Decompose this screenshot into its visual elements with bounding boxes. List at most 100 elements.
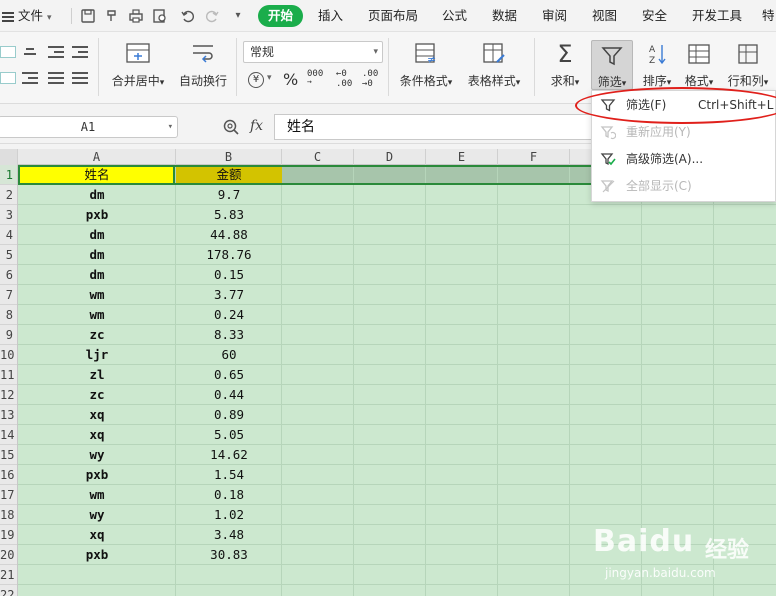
tab-security[interactable]: 安全 — [642, 0, 667, 32]
increase-decimal-button[interactable]: ←0.00 — [336, 69, 352, 89]
cell-name[interactable]: pxb — [18, 465, 176, 485]
row-header[interactable]: 16 — [0, 465, 17, 485]
print-preview-icon[interactable] — [152, 8, 168, 24]
cell-name[interactable]: wm — [18, 285, 176, 305]
name-box[interactable]: A1 ▾ — [0, 116, 178, 138]
row-header[interactable]: 4 — [0, 225, 17, 245]
row-header[interactable]: 3 — [0, 205, 17, 225]
sum-button[interactable]: Σ 求和▾ — [548, 42, 582, 102]
cell-amount[interactable]: 3.77 — [176, 285, 282, 305]
cell-name[interactable]: zc — [18, 385, 176, 405]
column-header[interactable]: D — [354, 149, 426, 165]
row-header[interactable]: 9 — [0, 325, 17, 345]
cell-name[interactable]: dm — [18, 265, 176, 285]
cell-name[interactable]: wm — [18, 305, 176, 325]
thousands-separator-button[interactable]: 000 → — [307, 69, 323, 86]
column-header[interactable]: E — [426, 149, 498, 165]
cell-name[interactable]: xq — [18, 525, 176, 545]
row-header[interactable]: 6 — [0, 265, 17, 285]
cell-amount[interactable]: 0.24 — [176, 305, 282, 325]
row-header[interactable]: 14 — [0, 425, 17, 445]
row-header[interactable]: 7 — [0, 285, 17, 305]
cell-name[interactable]: wy — [18, 505, 176, 525]
tab-review[interactable]: 审阅 — [542, 0, 567, 32]
column-header[interactable]: C — [282, 149, 354, 165]
cell-name[interactable]: dm — [18, 245, 176, 265]
row-header[interactable]: 5 — [0, 245, 17, 265]
format-painter-icon[interactable] — [104, 8, 120, 24]
zoom-icon[interactable] — [222, 118, 240, 136]
currency-icon[interactable]: ¥ — [248, 72, 264, 88]
align-right-icon[interactable] — [22, 72, 38, 84]
cell-amount[interactable]: 30.83 — [176, 545, 282, 565]
percent-button[interactable]: % — [283, 70, 298, 89]
row-header[interactable]: 8 — [0, 305, 17, 325]
tab-page-layout[interactable]: 页面布局 — [368, 0, 418, 32]
column-header[interactable]: A — [18, 149, 176, 165]
filter-button[interactable]: 筛选▾ — [591, 40, 633, 90]
select-all-corner[interactable] — [0, 149, 18, 165]
tab-formulas[interactable]: 公式 — [442, 0, 467, 32]
cell-name[interactable]: xq — [18, 425, 176, 445]
cell-name[interactable]: ljr — [18, 345, 176, 365]
cell-amount[interactable]: 0.18 — [176, 485, 282, 505]
cell-amount[interactable]: 60 — [176, 345, 282, 365]
align-center-icon[interactable] — [22, 46, 38, 58]
cell-name[interactable]: pxb — [18, 545, 176, 565]
cell-amount[interactable]: 44.88 — [176, 225, 282, 245]
table-style-button[interactable]: 表格样式▾ — [468, 42, 520, 102]
cell-amount[interactable]: 0.44 — [176, 385, 282, 405]
tab-developer[interactable]: 开发工具 — [692, 0, 742, 32]
row-header[interactable]: 15 — [0, 445, 17, 465]
cell-amount[interactable]: 14.62 — [176, 445, 282, 465]
number-format-select[interactable]: 常规 ▾ — [243, 41, 383, 63]
menu-item-advanced-filter[interactable]: 高级筛选(A)... — [592, 146, 776, 173]
tab-home[interactable]: 开始 — [258, 5, 303, 27]
row-header[interactable]: 1 — [0, 165, 17, 185]
cell-name[interactable]: wm — [18, 485, 176, 505]
cell-amount[interactable]: 9.7 — [176, 185, 282, 205]
customize-toolbar-icon[interactable]: ▾ — [230, 8, 246, 24]
cell-amount[interactable]: 178.76 — [176, 245, 282, 265]
row-header[interactable]: 13 — [0, 405, 17, 425]
cell-amount[interactable]: 5.83 — [176, 205, 282, 225]
menu-item-reapply[interactable]: 重新应用(Y) — [592, 119, 776, 146]
row-header[interactable]: 17 — [0, 485, 17, 505]
undo-icon[interactable] — [180, 8, 196, 24]
save-icon[interactable] — [80, 8, 96, 24]
cell-name[interactable]: wy — [18, 445, 176, 465]
cell-amount[interactable]: 8.33 — [176, 325, 282, 345]
cell-name[interactable]: dm — [18, 185, 176, 205]
row-header[interactable]: 11 — [0, 365, 17, 385]
row-header[interactable]: 19 — [0, 525, 17, 545]
distribute-icon[interactable] — [48, 72, 64, 84]
menu-item-filter[interactable]: 筛选(F) Ctrl+Shift+L — [592, 92, 776, 119]
fx-icon[interactable]: fx — [250, 118, 263, 134]
row-header[interactable]: 10 — [0, 345, 17, 365]
cell-amount[interactable]: 0.15 — [176, 265, 282, 285]
cell-amount[interactable]: 1.54 — [176, 465, 282, 485]
column-header[interactable]: B — [176, 149, 282, 165]
decrease-decimal-button[interactable]: .00 →0 — [362, 69, 378, 89]
file-menu[interactable]: 文件 ▾ — [2, 0, 52, 32]
row-header[interactable]: 12 — [0, 385, 17, 405]
row-header[interactable]: 2 — [0, 185, 17, 205]
tab-insert[interactable]: 插入 — [318, 0, 343, 32]
tab-special[interactable]: 特 — [762, 0, 775, 32]
row-header[interactable]: 21 — [0, 565, 17, 585]
menu-item-show-all[interactable]: 全部显示(C) — [592, 173, 776, 200]
merge-center-button[interactable]: 合并居中▾ — [112, 42, 164, 102]
cell-name[interactable]: zc — [18, 325, 176, 345]
cell-amount[interactable]: 0.65 — [176, 365, 282, 385]
indent-decrease-icon[interactable] — [48, 46, 64, 58]
align-justify-icon[interactable] — [0, 72, 16, 84]
cell-amount[interactable]: 0.89 — [176, 405, 282, 425]
column-header[interactable]: F — [498, 149, 570, 165]
redo-icon[interactable] — [204, 8, 220, 24]
row-header[interactable]: 22 — [0, 585, 17, 596]
cell-name[interactable]: pxb — [18, 205, 176, 225]
conditional-format-button[interactable]: ≠ 条件格式▾ — [400, 42, 452, 102]
justify-distributed-icon[interactable] — [72, 72, 88, 84]
cell-amount[interactable]: 5.05 — [176, 425, 282, 445]
chevron-down-icon[interactable]: ▾ — [267, 73, 272, 83]
